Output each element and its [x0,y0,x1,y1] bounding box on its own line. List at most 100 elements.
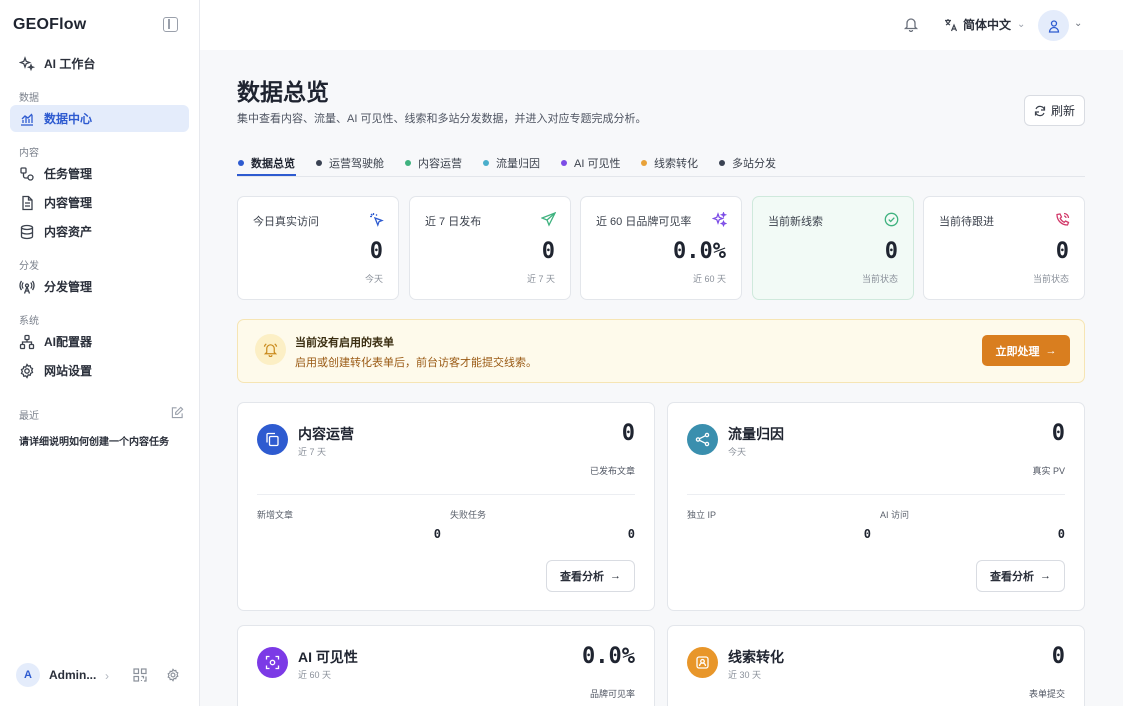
refresh-label: 刷新 [1050,104,1075,118]
button-label: 立即处理 [995,345,1040,358]
panel-ai-visibility: AI 可见性 近 60 天 0.0% 品牌可见率 [237,625,655,706]
divider [687,494,1065,495]
panel-content-ops: 内容运营 近 7 天 0 已发布文章 新增文章 0 失败任务 0 查看分析 → [237,402,655,611]
tab-cockpit[interactable]: 运营驾驶舱 [316,150,384,175]
sidebar-item-label: 任务管理 [44,167,93,181]
stat-caption: 当前状态 [1032,274,1069,284]
tab-overview[interactable]: 数据总览 [238,150,295,175]
language-label: 简体中文 [963,18,1012,32]
sidebar-item-label: AI配置器 [44,335,93,349]
language-selector[interactable]: 简体中文 ⌄ [944,16,1025,33]
sidebar-item-label: 网站设置 [44,364,93,378]
qr-code-icon[interactable] [133,668,147,682]
sidebar-item-label: AI 工作台 [44,57,96,71]
scan-icon [257,647,288,678]
panel-caption: 表单提交 [1028,689,1065,699]
panel-period: 近 60 天 [298,670,332,680]
metric-label: 新增文章 [257,510,294,520]
stat-label: 近 7 日发布 [425,216,482,228]
button-label: 查看分析 [990,571,1034,583]
user-menu[interactable]: A Admin... [16,663,107,687]
sidebar-item-content-assets[interactable]: 内容资产 [10,218,189,245]
arrow-right-icon: → [1040,570,1051,582]
bell-icon[interactable] [903,16,919,32]
sidebar-item-distribution-management[interactable]: 分发管理 [10,273,189,300]
user-avatar-button[interactable] [1038,10,1069,41]
user-square-icon [687,647,718,678]
user-name: Admin... [49,668,97,682]
view-analysis-button[interactable]: 查看分析 → [546,560,635,592]
metric-label: 失败任务 [450,510,487,520]
recent-chat-item[interactable]: 请详细说明如何创建一个内容任务 [19,433,169,448]
stat-card-brand-visibility[interactable]: 近 60 日品牌可见率 0.0% 近 60 天 [580,196,742,300]
metric-value: 0 [863,527,871,541]
panel-caption: 品牌可见率 [589,689,635,699]
top-bar: 简体中文 ⌄ ⌄ [200,0,1123,50]
arrow-right-icon: → [610,570,621,582]
stat-value: 0 [541,239,555,264]
refresh-button[interactable]: 刷新 [1024,95,1085,126]
stat-card-today-visits[interactable]: 今日真实访问 0 今天 [237,196,399,300]
panel-value: 0 [621,421,635,446]
panel-value: 0 [1051,421,1065,446]
sidebar-item-label: 内容管理 [44,196,93,210]
tab-label: 数据总览 [251,157,295,170]
stat-value: 0.0% [673,239,726,264]
panel-title: 流量归因 [728,426,784,442]
sidebar-item-ai-workbench[interactable]: AI 工作台 [10,50,189,77]
refresh-icon [1034,105,1046,116]
document-icon [19,195,35,211]
stat-caption: 近 60 天 [692,274,726,284]
workflow-icon [19,166,35,182]
copy-icon [257,424,288,455]
send-icon [541,212,556,227]
tab-label: 内容运营 [418,157,462,170]
sparkles-icon [712,212,727,227]
cursor-click-icon [370,213,384,227]
sidebar-item-content-management[interactable]: 内容管理 [10,189,189,216]
new-chat-icon[interactable] [171,406,184,419]
handle-now-button[interactable]: 立即处理 → [982,335,1070,366]
stat-caption: 近 7 天 [526,274,555,284]
dot-icon [316,159,322,166]
sidebar-item-ai-configurator[interactable]: AI配置器 [10,328,189,355]
tab-content-ops[interactable]: 内容运营 [405,150,462,175]
settings-icon[interactable] [166,668,180,682]
metric-value: 0 [1057,527,1065,541]
stat-card-weekly-published[interactable]: 近 7 日发布 0 近 7 天 [409,196,571,300]
metric-value: 0 [433,527,441,541]
chart-icon [19,111,35,127]
sidebar-item-label: 数据中心 [44,112,93,126]
tab-ai-visibility[interactable]: AI 可见性 [561,150,620,175]
tab-label: 流量归因 [496,157,540,170]
tab-multisite[interactable]: 多站分发 [719,150,776,175]
tab-label: 运营驾驶舱 [329,157,384,170]
database-icon [19,224,35,240]
panel-caption: 已发布文章 [589,466,635,476]
panel-title: AI 可见性 [298,649,358,665]
sidebar-collapse-icon[interactable] [163,17,178,32]
metric-label: 独立 IP [687,510,717,520]
view-analysis-button[interactable]: 查看分析 → [976,560,1065,592]
stat-label: 当前新线索 [768,216,823,228]
dot-icon [719,159,725,166]
chevron-down-icon[interactable]: ⌄ [1074,18,1082,29]
share-nodes-icon [687,424,718,455]
stat-card-new-leads[interactable]: 当前新线索 0 当前状态 [752,196,914,300]
divider [257,494,635,495]
panel-title: 内容运营 [298,426,354,442]
button-label: 查看分析 [560,571,604,583]
sidebar-item-task-management[interactable]: 任务管理 [10,160,189,187]
tab-traffic-attribution[interactable]: 流量归因 [483,150,540,175]
sidebar-item-site-settings[interactable]: 网站设置 [10,357,189,384]
dot-icon [561,159,567,166]
translate-icon [945,18,958,31]
sidebar-item-data-center[interactable]: 数据中心 [10,105,189,132]
stat-label: 今日真实访问 [253,216,319,228]
chevron-down-icon: ⌄ [1017,19,1026,30]
section-label-system: 系统 [19,316,39,327]
stat-card-pending-followup[interactable]: 当前待跟进 0 当前状态 [923,196,1085,300]
section-label-data: 数据 [19,93,39,104]
tab-lead-conversion[interactable]: 线索转化 [641,150,698,175]
panel-title: 线索转化 [728,649,784,665]
